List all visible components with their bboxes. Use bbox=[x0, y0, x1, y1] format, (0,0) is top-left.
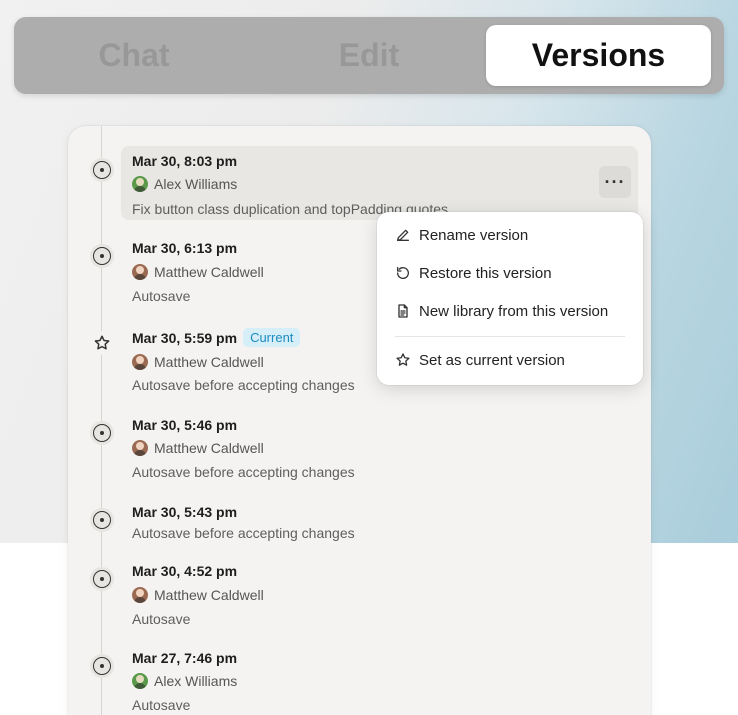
version-description: Autosave bbox=[132, 288, 191, 304]
version-description: Autosave before accepting changes bbox=[132, 464, 355, 480]
author-name: Matthew Caldwell bbox=[154, 354, 264, 370]
version-description: Autosave bbox=[132, 697, 191, 713]
version-item[interactable]: Mar 30, 8:03 pm Alex Williams Fix button… bbox=[121, 146, 638, 220]
document-icon bbox=[398, 304, 408, 318]
circle-dot-icon bbox=[90, 654, 114, 678]
menu-item-label: Set as current version bbox=[419, 351, 565, 369]
menu-item-restore-version[interactable]: Restore this version bbox=[377, 256, 643, 290]
circle-dot-icon bbox=[90, 244, 114, 268]
menu-item-rename-version[interactable]: Rename version bbox=[377, 218, 643, 252]
more-horizontal-icon: ··· bbox=[604, 171, 626, 192]
version-item[interactable]: Mar 30, 5:46 pm Matthew Caldwell Autosav… bbox=[121, 410, 638, 485]
menu-divider bbox=[395, 336, 625, 337]
menu-item-new-library[interactable]: New library from this version bbox=[377, 294, 643, 328]
version-author: Matthew Caldwell bbox=[132, 264, 264, 280]
tab-edit[interactable]: Edit bbox=[289, 25, 449, 86]
circle-dot-icon bbox=[90, 508, 114, 532]
tab-chat[interactable]: Chat bbox=[54, 25, 214, 86]
circle-dot-icon bbox=[90, 421, 114, 445]
version-time: Mar 30, 6:13 pm bbox=[132, 240, 238, 256]
version-author: Matthew Caldwell bbox=[132, 587, 264, 603]
avatar bbox=[132, 440, 148, 456]
author-name: Matthew Caldwell bbox=[154, 587, 264, 603]
version-item[interactable]: Mar 30, 5:43 pm Autosave before acceptin… bbox=[121, 498, 638, 548]
author-name: Matthew Caldwell bbox=[154, 264, 264, 280]
author-name: Alex Williams bbox=[154, 673, 238, 689]
star-icon bbox=[396, 353, 410, 366]
version-description: Autosave bbox=[132, 611, 191, 627]
star-icon bbox=[90, 331, 114, 355]
avatar bbox=[132, 673, 148, 689]
menu-item-label: Rename version bbox=[419, 226, 529, 244]
version-item[interactable]: Mar 27, 7:46 pm Alex Williams Autosave bbox=[121, 644, 638, 715]
menu-item-label: Restore this version bbox=[419, 264, 552, 282]
version-time: Mar 30, 4:52 pm bbox=[132, 563, 238, 579]
version-author: Alex Williams bbox=[132, 673, 237, 689]
menu-item-label: New library from this version bbox=[419, 302, 609, 320]
avatar bbox=[132, 264, 148, 280]
circle-dot-icon bbox=[90, 158, 114, 182]
version-context-menu: Rename version Restore this version New … bbox=[377, 212, 643, 385]
version-item[interactable]: Mar 30, 4:52 pm Matthew Caldwell Autosav… bbox=[121, 557, 638, 632]
version-description: Autosave before accepting changes bbox=[132, 525, 355, 541]
more-options-button[interactable]: ··· bbox=[599, 166, 631, 198]
version-time: Mar 27, 7:46 pm bbox=[132, 650, 238, 666]
version-time: Mar 30, 5:43 pm bbox=[132, 504, 238, 520]
avatar bbox=[132, 176, 148, 192]
tab-bar: Chat Edit Versions bbox=[14, 17, 724, 94]
version-author: Matthew Caldwell bbox=[132, 440, 264, 456]
version-description: Autosave before accepting changes bbox=[132, 377, 355, 393]
version-author: Alex Williams bbox=[132, 176, 237, 192]
version-time: Mar 30, 5:46 pm bbox=[132, 417, 238, 433]
version-time: Mar 30, 8:03 pm bbox=[132, 153, 238, 169]
version-author: Matthew Caldwell bbox=[132, 354, 264, 370]
avatar bbox=[132, 587, 148, 603]
circle-dot-icon bbox=[90, 567, 114, 591]
tab-versions[interactable]: Versions bbox=[486, 25, 711, 86]
current-badge: Current bbox=[243, 328, 301, 347]
avatar bbox=[132, 354, 148, 370]
author-name: Matthew Caldwell bbox=[154, 440, 264, 456]
menu-item-set-current-version[interactable]: Set as current version bbox=[377, 343, 643, 377]
restore-icon bbox=[397, 267, 409, 279]
pencil-icon bbox=[397, 229, 409, 241]
author-name: Alex Williams bbox=[154, 176, 238, 192]
version-time: Mar 30, 5:59 pm Current bbox=[132, 328, 301, 347]
